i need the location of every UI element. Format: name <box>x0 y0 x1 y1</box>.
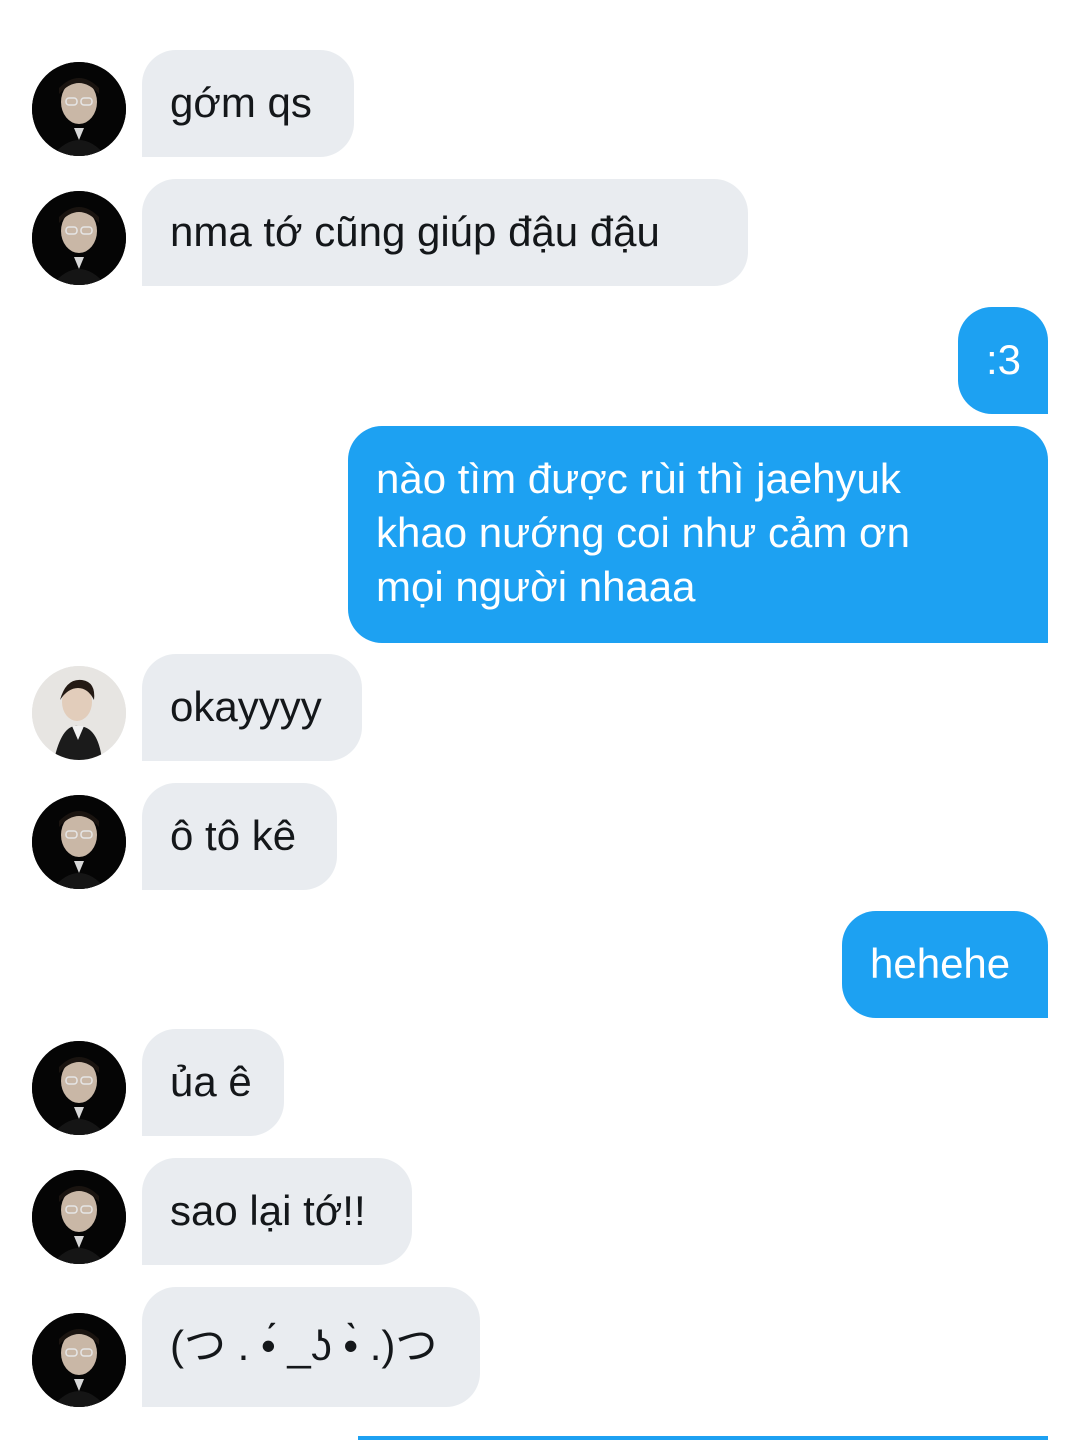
dark-portrait-icon <box>32 1041 126 1135</box>
message-bubble[interactable]: okayyyy <box>142 654 362 761</box>
dark-portrait-icon <box>32 191 126 285</box>
message-bubble[interactable]: nào tìm được rùi thì jaehyuk khao nướng … <box>348 426 1048 643</box>
chat-thread[interactable]: gớm qs nma tớ cũng giúp đậu đậu :3 nào t… <box>0 0 1080 1440</box>
message-bubble[interactable]: (つ . •́ _ʖ •̀ .)つ <box>142 1287 480 1407</box>
outgoing-message: nào tìm được rùi thì jaehyuk khao nướng … <box>0 426 1080 646</box>
next-outgoing-bubble-edge <box>358 1436 1048 1440</box>
incoming-message: ủa ê <box>0 1029 1080 1139</box>
message-bubble[interactable]: ô tô kê <box>142 783 337 890</box>
avatar[interactable] <box>32 1041 126 1135</box>
avatar[interactable] <box>32 1170 126 1264</box>
avatar[interactable] <box>32 191 126 285</box>
message-bubble[interactable]: nma tớ cũng giúp đậu đậu <box>142 179 748 286</box>
incoming-message: gớm qs <box>0 50 1080 160</box>
avatar[interactable] <box>32 1313 126 1407</box>
dark-portrait-icon <box>32 1313 126 1407</box>
dark-portrait-icon <box>32 62 126 156</box>
dark-portrait-icon <box>32 1170 126 1264</box>
dark-portrait-icon <box>32 795 126 889</box>
incoming-message: nma tớ cũng giúp đậu đậu <box>0 179 1080 289</box>
avatar[interactable] <box>32 795 126 889</box>
message-bubble[interactable]: gớm qs <box>142 50 354 157</box>
incoming-message: okayyyy <box>0 654 1080 764</box>
message-bubble[interactable]: :3 <box>958 307 1048 414</box>
message-bubble[interactable]: hehehe <box>842 911 1048 1018</box>
incoming-message: sao lại tớ!! <box>0 1158 1080 1268</box>
avatar[interactable] <box>32 62 126 156</box>
avatar[interactable] <box>32 666 126 760</box>
outgoing-message: hehehe <box>0 911 1080 1021</box>
outgoing-message: :3 <box>0 307 1080 417</box>
incoming-message: (つ . •́ _ʖ •̀ .)つ <box>0 1287 1080 1412</box>
message-bubble[interactable]: ủa ê <box>142 1029 284 1136</box>
incoming-message: ô tô kê <box>0 783 1080 893</box>
message-bubble[interactable]: sao lại tớ!! <box>142 1158 412 1265</box>
light-portrait-icon <box>32 666 126 760</box>
